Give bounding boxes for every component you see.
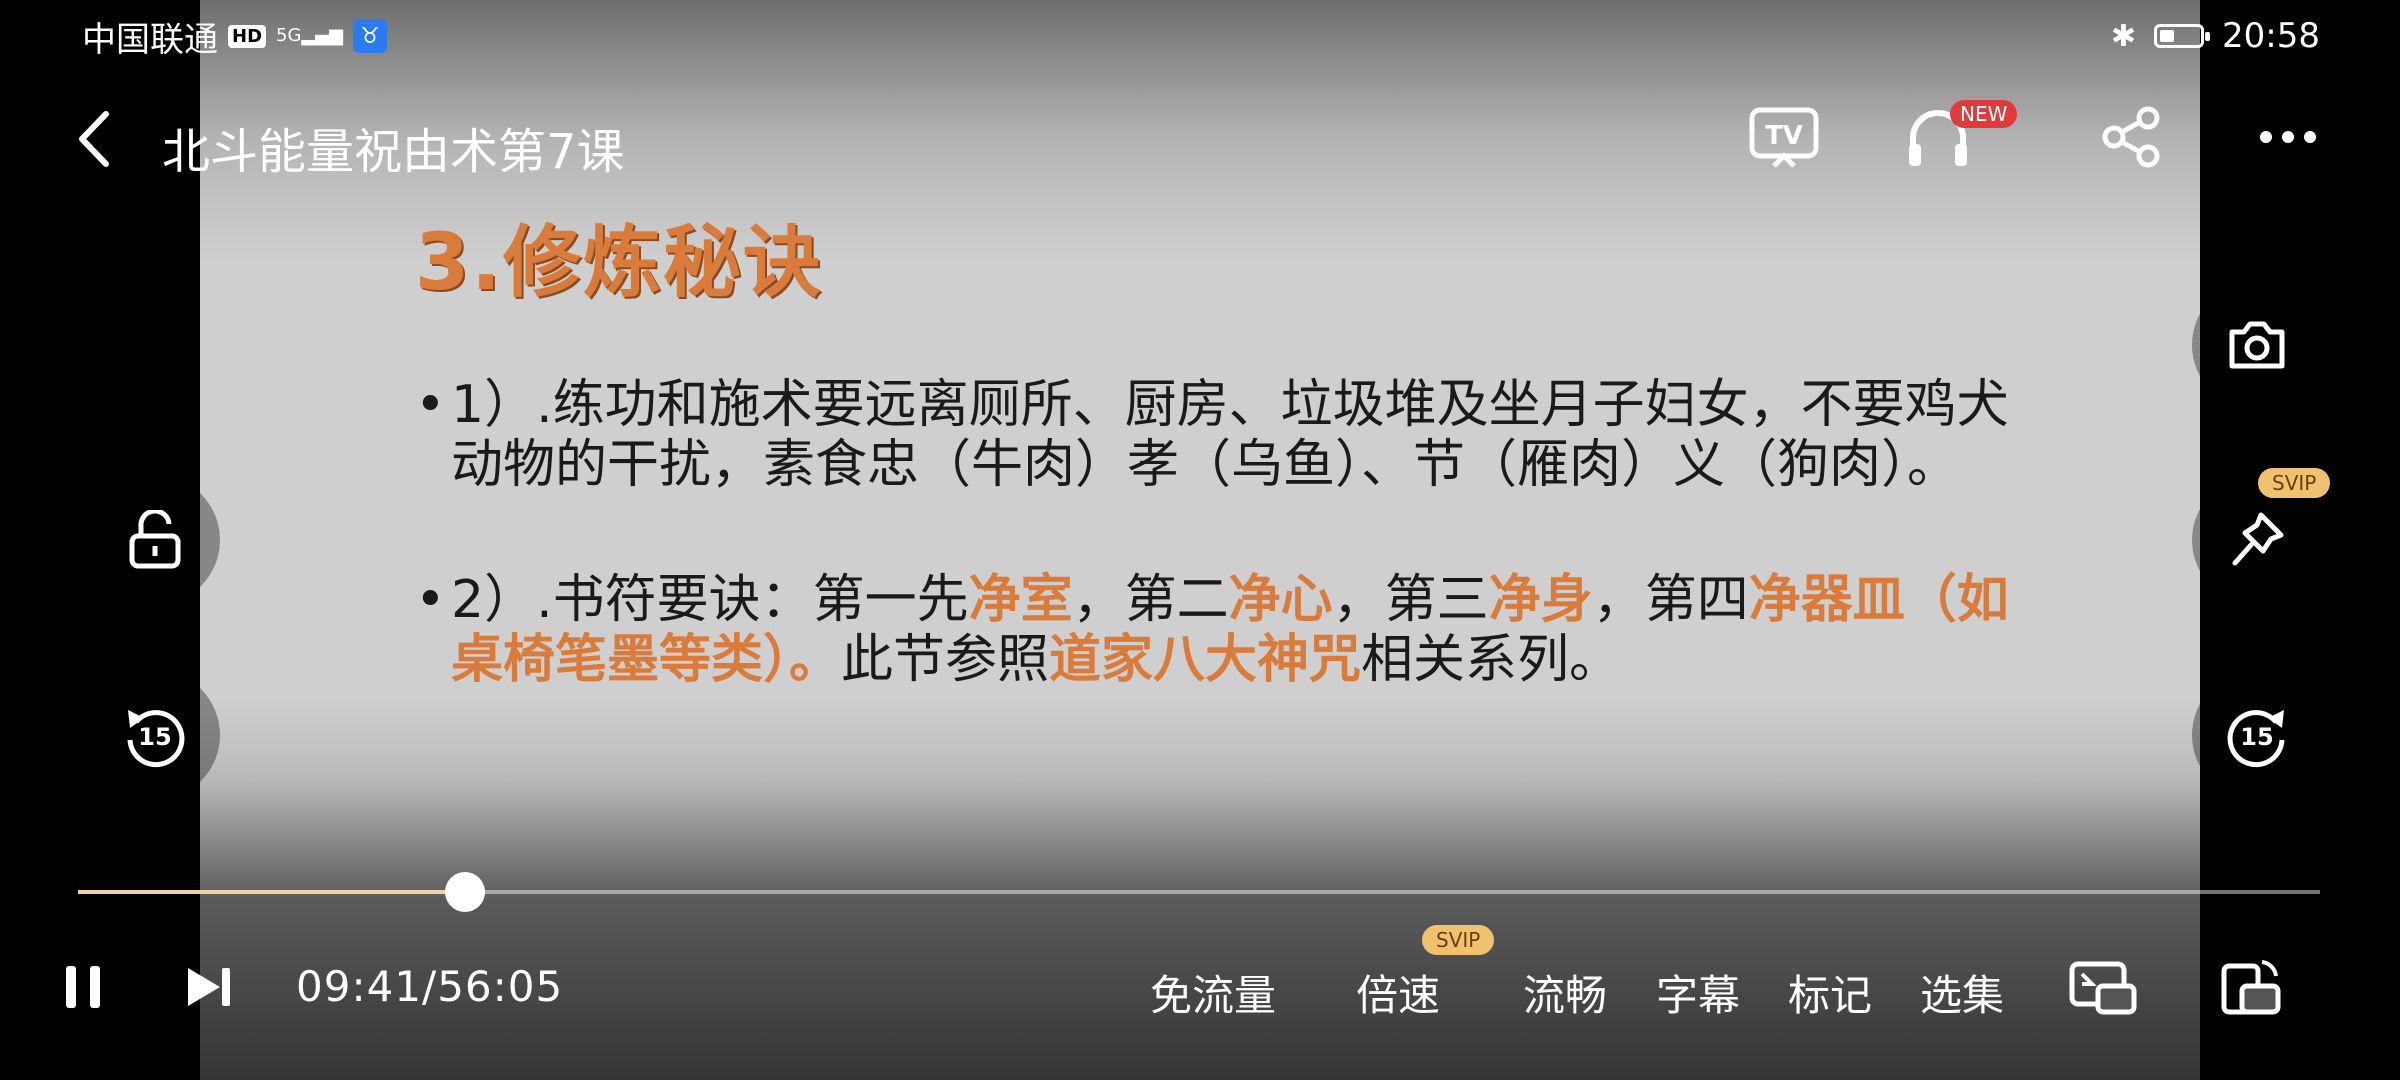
seek-thumb[interactable]: [444, 872, 485, 912]
episodes-button[interactable]: 选集: [1920, 962, 2004, 1023]
forward-seconds: 15: [2240, 723, 2273, 751]
bullet-2-part: ，第三: [1332, 570, 1489, 630]
bullet-2-highlight: 净身: [1488, 570, 1593, 630]
forward-15-button[interactable]: 15: [2192, 670, 2322, 800]
unlock-icon: [129, 510, 181, 569]
back-arrow-icon[interactable]: [72, 108, 116, 170]
bullet-dot: •: [415, 570, 446, 630]
subtitles-button[interactable]: 字幕: [1656, 962, 1740, 1023]
bookmark-button[interactable]: 标记: [1788, 962, 1872, 1023]
bluetooth-icon: ✱: [2110, 18, 2137, 54]
forward-15-icon: 15: [2227, 710, 2285, 768]
lock-screen-button[interactable]: [90, 475, 220, 605]
playback-time: 09:41/56:05: [296, 962, 564, 1011]
playback-speed-button[interactable]: 倍速: [1356, 962, 1440, 1023]
new-badge: NEW: [1950, 100, 2018, 128]
status-bar-left: 中国联通 HD 5G▂▄▆ ♉: [82, 14, 387, 60]
camera-icon: [2229, 321, 2285, 369]
clock: 20:58: [2222, 16, 2320, 56]
bullet-2-part: 2）.书符要诀：第一先: [451, 570, 969, 630]
data-saver-button[interactable]: 免流量: [1150, 962, 1276, 1023]
hd-badge: HD: [228, 24, 267, 48]
carrier-name: 中国联通: [82, 19, 218, 60]
rewind-15-button[interactable]: 15: [90, 670, 220, 800]
status-bar-right: ✱ 20:58: [2111, 14, 2320, 58]
rotate-screen-icon[interactable]: [2218, 956, 2282, 1020]
bullet-2-text: 2）.书符要诀：第一先净室，第二净心，第三净身，第四净器皿（如桌椅笔墨等类）。此…: [415, 570, 2011, 690]
bullet-2-part: ，第四: [1592, 570, 1749, 630]
speed-svip-badge: SVIP: [1422, 925, 1495, 955]
pause-icon[interactable]: [62, 962, 104, 1012]
picture-in-picture-icon[interactable]: [2068, 958, 2138, 1018]
bullet-2-highlight: 净心: [1228, 570, 1333, 630]
battery-icon: [2154, 24, 2211, 48]
signal-icon: 5G▂▄▆: [276, 25, 343, 46]
slide-bullet-2: • 2）.书符要诀：第一先净室，第二净心，第三净身，第四净器皿（如桌椅笔墨等类）…: [415, 570, 2011, 690]
pin-svip-badge: SVIP: [2258, 468, 2331, 498]
next-episode-icon[interactable]: [184, 964, 234, 1010]
bullet-2-highlight: 道家八大神咒: [1049, 630, 1362, 690]
tv-cast-icon[interactable]: TV: [1748, 106, 1820, 168]
more-options-icon[interactable]: [2258, 126, 2318, 148]
bullet-2-highlight: 净室: [968, 570, 1073, 630]
app-notification-icon: ♉: [352, 19, 387, 53]
quality-button[interactable]: 流畅: [1523, 962, 1607, 1023]
pin-icon: [2232, 512, 2284, 566]
slide-title: 3.修炼秘诀: [415, 218, 823, 308]
rewind-15-icon: 15: [127, 710, 185, 768]
bullet-2-part: ，第二: [1072, 570, 1229, 630]
slide-bullet-1: • 1）.练功和施术要远离厕所、厨房、垃圾堆及坐月子妇女，不要鸡犬动物的干扰，素…: [415, 375, 2011, 495]
network-type: 5G: [276, 25, 302, 46]
bullet-dot: •: [415, 375, 446, 435]
video-title: 北斗能量祝由术第7课: [162, 124, 625, 180]
bullet-2-part: 此节参照: [841, 630, 1050, 690]
svg-text:TV: TV: [1765, 121, 1803, 151]
share-icon[interactable]: [2102, 106, 2162, 168]
rewind-seconds: 15: [138, 723, 171, 751]
seek-bar-played: [78, 890, 465, 894]
seek-bar[interactable]: [78, 872, 2320, 912]
bullet-1-text: 1）.练功和施术要远离厕所、厨房、垃圾堆及坐月子妇女，不要鸡犬动物的干扰，素食忠…: [451, 375, 2009, 495]
screenshot-button[interactable]: [2192, 280, 2322, 410]
bullet-2-part: 相关系列。: [1361, 630, 1622, 690]
